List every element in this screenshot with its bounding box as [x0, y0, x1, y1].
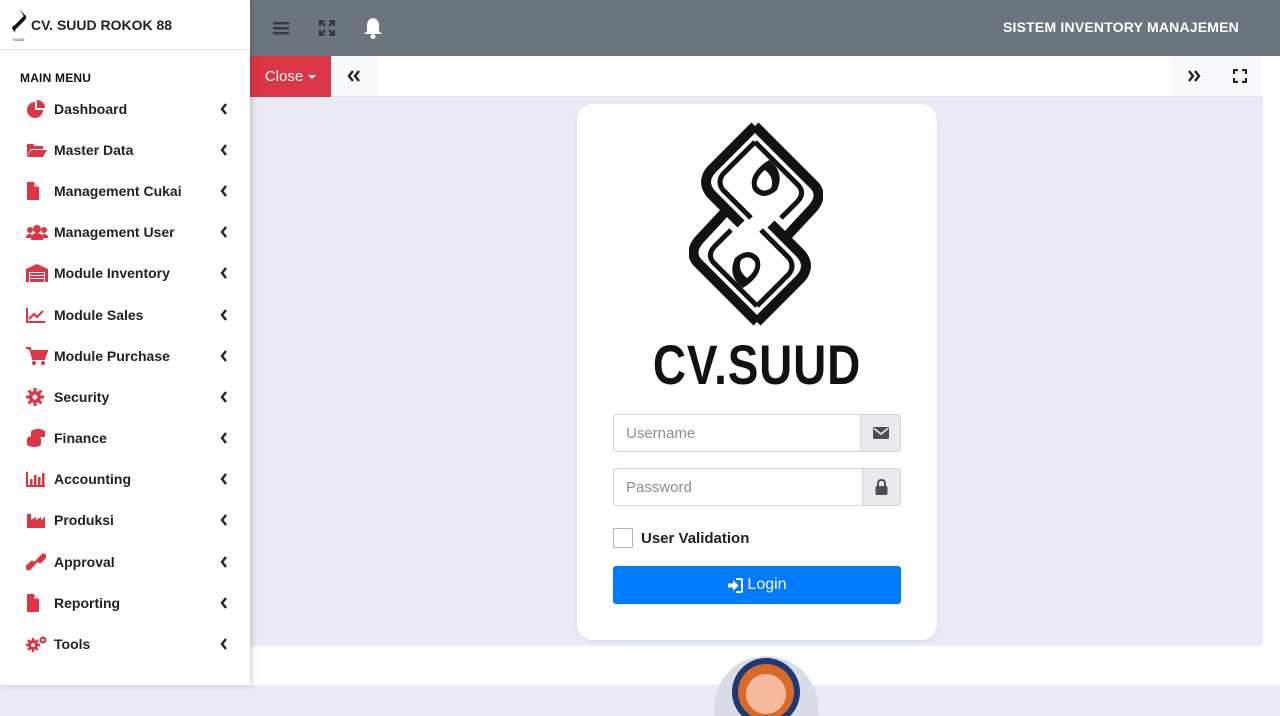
password-field: [613, 468, 901, 506]
menu-toggle-button[interactable]: [258, 0, 304, 56]
username-input[interactable]: [613, 414, 860, 452]
chevron-left-icon: [220, 267, 227, 280]
notifications-button[interactable]: [350, 0, 396, 56]
login-card: CV.SUUD User Validation Login: [577, 104, 937, 640]
sidebar-item-label: Produksi: [54, 512, 114, 529]
sidebar-item-master-data[interactable]: Master Data: [0, 129, 250, 170]
sidebar-item-management-cukai[interactable]: Management Cukai: [0, 170, 250, 211]
tab-bar: Close: [250, 56, 1263, 97]
caret-down-icon: [308, 74, 317, 79]
file-icon: [26, 593, 48, 612]
sidebar-item-label: Management Cukai: [54, 182, 182, 199]
chevron-left-icon: [220, 349, 227, 362]
bar-chart-icon: [26, 470, 48, 488]
sidebar-item-reporting[interactable]: Reporting: [0, 582, 250, 623]
brand[interactable]: SUUD CV. SUUD ROKOK 88: [0, 0, 250, 50]
sidebar-item-produksi[interactable]: Produksi: [0, 500, 250, 541]
company-logo-icon: [689, 122, 823, 326]
sidebar-item-label: Dashboard: [54, 100, 128, 117]
brand-logo-caption: SUUD: [13, 37, 24, 42]
sidebar: SUUD CV. SUUD ROKOK 88 MAIN MENU Dashboa…: [0, 0, 250, 685]
chevron-left-icon: [220, 638, 227, 650]
gears-icon: [26, 635, 48, 653]
line-chart-icon: [26, 306, 48, 324]
sidebar-item-label: Module Inventory: [54, 265, 170, 282]
sidebar-item-label: Master Data: [54, 141, 134, 158]
sidebar-item-label: Approval: [54, 553, 115, 570]
user-validation-checkbox[interactable]: [613, 528, 633, 548]
chevron-left-icon: [220, 144, 227, 156]
user-validation-row: User Validation: [613, 528, 749, 548]
sidebar-item-security[interactable]: Security: [0, 376, 250, 417]
expand-icon: [1233, 69, 1247, 83]
hamburger-icon: [273, 22, 289, 35]
sidebar-item-module-sales[interactable]: Module Sales: [0, 294, 250, 335]
chevron-left-icon: [220, 555, 227, 568]
double-chevron-right-icon: [1188, 70, 1201, 82]
coins-icon: [26, 429, 48, 448]
brand-logo-icon: SUUD: [12, 8, 27, 42]
chevron-left-icon: [220, 432, 227, 444]
chevron-left-icon: [220, 597, 227, 609]
sidebar-item-approval[interactable]: Approval: [0, 541, 250, 582]
sign-in-icon: [728, 577, 744, 593]
gear-icon: [26, 387, 48, 406]
sidebar-item-accounting[interactable]: Accounting: [0, 459, 250, 500]
sidebar-item-label: Module Sales: [54, 306, 144, 323]
sidebar-item-label: Finance: [54, 430, 107, 447]
sidebar-item-module-purchase[interactable]: Module Purchase: [0, 335, 250, 376]
fullscreen-button[interactable]: [304, 0, 350, 56]
chevron-left-icon: [220, 308, 227, 321]
sidebar-item-dashboard[interactable]: Dashboard: [0, 88, 250, 129]
app-title: SISTEM INVENTORY MANAJEMEN: [1003, 19, 1239, 35]
cart-icon: [26, 346, 48, 365]
sidebar-item-finance[interactable]: Finance: [0, 418, 250, 459]
sidebar-item-label: Module Purchase: [54, 347, 170, 364]
sidebar-item-label: Security: [54, 388, 110, 405]
login-button-label: Login: [747, 576, 787, 593]
folder-open-icon: [26, 141, 48, 159]
sidebar-item-module-inventory[interactable]: Module Inventory: [0, 253, 250, 294]
login-button[interactable]: Login: [613, 566, 901, 604]
industry-icon: [26, 511, 48, 529]
chevron-left-icon: [220, 473, 227, 486]
warehouse-icon: [26, 264, 48, 283]
sidebar-item-management-user[interactable]: Management User: [0, 212, 250, 253]
user-validation-label[interactable]: User Validation: [641, 530, 749, 547]
close-tabs-button[interactable]: Close: [250, 56, 331, 97]
username-field: [613, 414, 901, 452]
chevron-left-icon: [220, 102, 227, 115]
scroll-tabs-left-button[interactable]: [331, 56, 377, 96]
sidebar-item-label: Accounting: [54, 471, 131, 488]
menu-header: MAIN MENU: [20, 71, 92, 85]
topbar: SISTEM INVENTORY MANAJEMEN: [250, 0, 1280, 56]
chevron-left-icon: [220, 226, 227, 238]
main-menu: Dashboard Master Data Management Cukai M…: [0, 88, 250, 665]
scrollbar[interactable]: [1263, 56, 1280, 685]
expand-arrows-icon: [319, 20, 335, 36]
sidebar-item-label: Reporting: [54, 594, 121, 611]
pie-chart-icon: [26, 99, 48, 118]
lock-icon: [862, 468, 901, 506]
sidebar-item-label: Management User: [54, 224, 175, 241]
close-tabs-label: Close: [264, 68, 304, 85]
file-icon: [26, 181, 48, 200]
chevron-left-icon: [220, 185, 227, 197]
sidebar-item-label: Tools: [54, 636, 91, 653]
sidebar-item-tools[interactable]: Tools: [0, 623, 250, 664]
scroll-tabs-right-button[interactable]: [1171, 56, 1217, 96]
link-icon: [26, 553, 48, 571]
chevron-left-icon: [220, 514, 227, 527]
brand-name: CV. SUUD ROKOK 88: [31, 16, 173, 33]
chevron-left-icon: [220, 391, 227, 403]
users-icon: [26, 223, 48, 241]
tab-fullscreen-button[interactable]: [1217, 56, 1263, 96]
password-input[interactable]: [613, 468, 862, 506]
double-chevron-left-icon: [347, 70, 360, 82]
bell-icon: [364, 18, 382, 39]
company-logo-text: CV.SUUD: [652, 333, 862, 396]
envelope-icon: [860, 414, 901, 452]
